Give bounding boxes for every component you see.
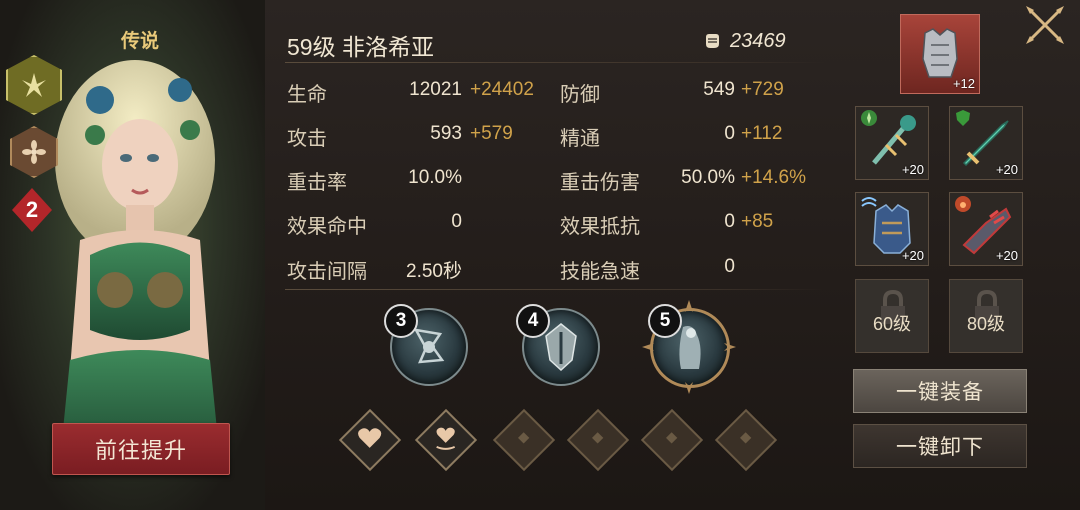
header-divider: [285, 62, 825, 63]
stat-crit-rate-label: 重击率: [287, 172, 347, 194]
stat-crit-dmg-bonus: +14.6%: [741, 167, 806, 188]
stat-crit-dmg-label: 重击伤害: [560, 172, 640, 194]
nature-affinity-icon: [861, 110, 877, 126]
shield-affinity-icon: [956, 110, 970, 126]
equip-level: +20: [901, 162, 924, 177]
stat-mastery-label: 精通: [560, 128, 600, 150]
stat-atk-interval-base: 2.50秒: [406, 261, 462, 282]
stat-atk-interval-label: 攻击间隔: [287, 261, 367, 283]
stat-mastery-base: 0: [724, 123, 735, 144]
stat-hp-bonus: +24402: [470, 79, 534, 100]
stat-effect-resist-base: 0: [724, 211, 735, 232]
nature-faction-icon: [22, 73, 46, 97]
equip-level: +20: [995, 248, 1018, 263]
skill-1-level: 3: [384, 304, 418, 338]
power-fist-icon: [706, 34, 719, 48]
skill-ultimate-level: 5: [648, 304, 682, 338]
locked-slot-level-label: 60级: [872, 314, 912, 334]
stat-def-bonus: +729: [741, 79, 784, 100]
stat-effect-hit-base: 0: [451, 211, 462, 232]
combat-power-value: 23469: [730, 30, 786, 52]
locked-slot-level-label: 80级: [966, 314, 1006, 334]
rune-slot-6[interactable]: [714, 408, 778, 472]
empty-rune-icon: [592, 431, 604, 444]
equip-all-button[interactable]: 一键装备: [853, 369, 1027, 413]
equip-slot-gauntlet[interactable]: +20: [949, 192, 1023, 266]
go-upgrade-button[interactable]: 前往提升: [52, 423, 230, 475]
equip-level: +20: [901, 248, 924, 263]
stats-divider: [285, 289, 825, 290]
heart-glow-rune-icon: [436, 427, 456, 450]
flower-class-icon: [22, 140, 46, 164]
equip-slot-chest[interactable]: +20: [855, 192, 929, 266]
rune-slot-3[interactable]: [492, 408, 556, 472]
hero-portrait: [55, 60, 220, 460]
empty-rune-icon: [740, 431, 752, 444]
rune-slot-4[interactable]: [566, 408, 630, 472]
fire-affinity-icon: [955, 196, 971, 212]
rune-slot-5[interactable]: [640, 408, 704, 472]
armor-slot[interactable]: +12: [900, 14, 980, 94]
close-icon[interactable]: [1024, 4, 1066, 46]
stat-effect-resist-bonus: +85: [741, 211, 774, 232]
stat-def-base: 549: [703, 79, 735, 100]
stat-mastery-bonus: +112: [741, 123, 783, 144]
stat-effect-hit-label: 效果命中: [287, 216, 367, 238]
stat-atk-bonus: +579: [470, 123, 513, 144]
armor-enhance-level: +12: [952, 76, 975, 91]
stat-skill-haste-label: 技能急速: [560, 261, 640, 283]
hero-rarity-label: 传说: [120, 31, 159, 52]
stat-crit-dmg-base: 50.0%: [681, 167, 735, 188]
heart-rune-icon: [358, 427, 382, 448]
locked-slot-60: 60级: [855, 279, 929, 353]
wind-affinity-icon: [861, 197, 877, 207]
stat-atk-label: 攻击: [287, 128, 327, 150]
rune-slot-1[interactable]: [338, 408, 402, 472]
equip-slot-weapon-staff[interactable]: +20: [855, 106, 929, 180]
empty-rune-icon: [666, 431, 678, 444]
unequip-all-button[interactable]: 一键卸下: [853, 424, 1027, 468]
equip-level: +20: [995, 162, 1018, 177]
hero-level-name: 59级 非洛希亚: [287, 34, 434, 60]
stat-hp-base: 12021: [409, 79, 462, 100]
stat-hp-label: 生命: [287, 84, 327, 106]
stat-skill-haste-base: 0: [724, 256, 735, 277]
equip-slot-weapon-dagger[interactable]: +20: [949, 106, 1023, 180]
skill-2-level: 4: [516, 304, 550, 338]
rune-slot-2[interactable]: [414, 408, 478, 472]
stat-def-label: 防御: [560, 84, 600, 106]
stat-crit-rate-base: 10.0%: [408, 167, 462, 188]
stat-atk-base: 593: [430, 123, 462, 144]
stat-effect-resist-label: 效果抵抗: [560, 216, 640, 238]
locked-slot-80: 80级: [949, 279, 1023, 353]
empty-rune-icon: [518, 431, 530, 444]
